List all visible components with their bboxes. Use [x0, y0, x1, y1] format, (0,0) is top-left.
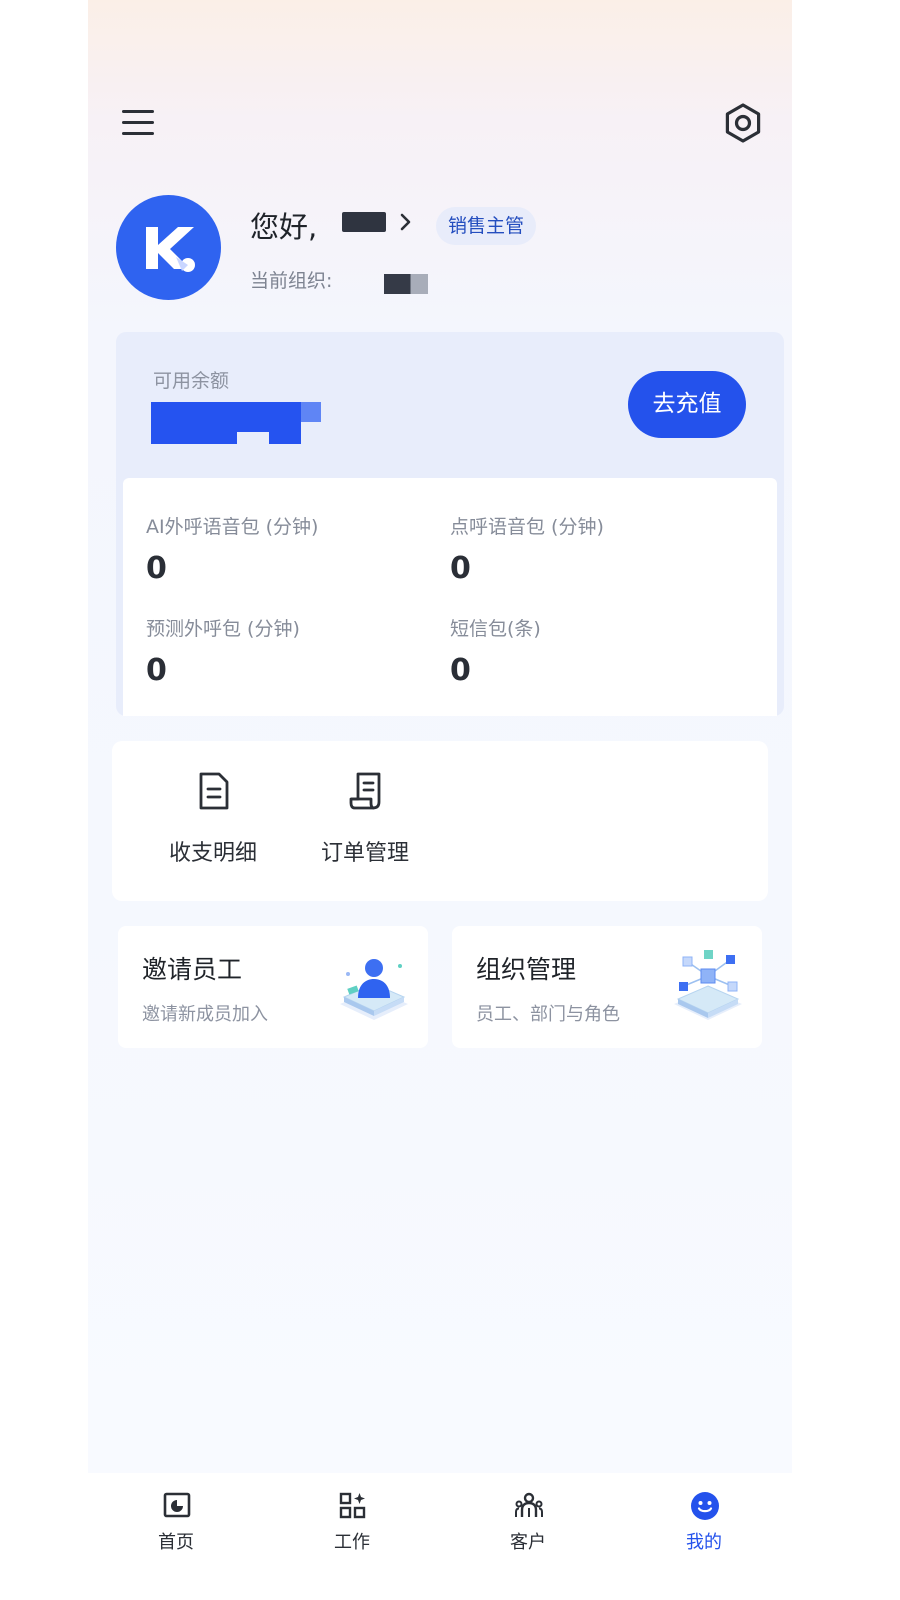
avatar[interactable]: [116, 195, 221, 300]
tab-label: 我的: [686, 1532, 722, 1553]
quick-action-label: 收支明细: [168, 841, 257, 866]
apps-icon: [339, 1492, 366, 1519]
stat-value: 0: [146, 551, 167, 586]
balance-label: 可用余额: [153, 370, 230, 392]
quick-action-order-management[interactable]: 订单管理: [287, 741, 443, 901]
stat-label: 点呼语音包 (分钟): [450, 516, 604, 538]
stat-value: 0: [450, 551, 471, 586]
stat-value: 0: [146, 653, 167, 688]
stat-label: 预测外呼包 (分钟): [146, 618, 300, 640]
quick-action-label: 订单管理: [320, 841, 409, 866]
app-screen: 您好, 销售主管 当前组织: 可用余额 去充值 AI外呼语音包 (分钟) 0 点…: [88, 0, 792, 1600]
tab-customers[interactable]: 客户: [440, 1473, 616, 1600]
stat-label: AI外呼语音包 (分钟): [146, 516, 319, 538]
stats-panel: AI外呼语音包 (分钟) 0 点呼语音包 (分钟) 0 预测外呼包 (分钟) 0…: [123, 478, 777, 716]
invite-employee-card[interactable]: 邀请员工 邀请新成员加入: [118, 926, 428, 1048]
role-badge: 销售主管: [436, 207, 537, 245]
current-org-label: 当前组织:: [250, 270, 333, 292]
tab-label: 客户: [510, 1532, 546, 1553]
quick-action-income-expense[interactable]: 收支明细: [135, 741, 291, 901]
stat-value: 0: [450, 653, 471, 688]
tab-label: 首页: [158, 1532, 194, 1553]
feature-subtitle: 员工、部门与角色: [476, 1004, 620, 1025]
smiley-icon: [691, 1492, 719, 1520]
home-chart-icon: [163, 1492, 191, 1518]
customers-icon: [515, 1492, 543, 1517]
feature-subtitle: 邀请新成员加入: [142, 1004, 268, 1025]
org-illustration-icon: [674, 950, 742, 1020]
quick-actions-card: 收支明细 订单管理: [112, 741, 768, 901]
receipt-icon: [349, 772, 381, 810]
brand-logo-icon: [146, 227, 195, 272]
stat-ai-call-package: AI外呼语音包 (分钟) 0: [146, 512, 446, 586]
stat-sms-package: 短信包(条) 0: [450, 614, 750, 688]
invite-illustration-icon: [340, 959, 408, 1020]
recharge-button[interactable]: 去充值: [628, 371, 746, 438]
settings-icon[interactable]: [722, 102, 764, 144]
balance-card: 可用余额 去充值 AI外呼语音包 (分钟) 0 点呼语音包 (分钟) 0 预测外…: [116, 332, 784, 716]
org-name-redacted: [384, 274, 428, 294]
stat-label: 短信包(条): [450, 618, 541, 640]
menu-icon[interactable]: [122, 106, 158, 140]
tab-home[interactable]: 首页: [88, 1473, 264, 1600]
chevron-right-icon[interactable]: [398, 210, 414, 234]
tab-work[interactable]: 工作: [264, 1473, 440, 1600]
greeting-text: 您好,: [250, 210, 318, 244]
tab-mine[interactable]: 我的: [616, 1473, 792, 1600]
stat-predictive-call-package: 预测外呼包 (分钟) 0: [146, 614, 446, 688]
tab-label: 工作: [334, 1532, 370, 1553]
bottom-tab-bar: 首页 工作 客户 我的: [88, 1473, 792, 1600]
stat-click-call-package: 点呼语音包 (分钟) 0: [450, 512, 750, 586]
user-name-redacted: [342, 212, 386, 232]
feature-title: 邀请员工: [142, 955, 243, 984]
document-icon: [199, 772, 229, 810]
org-management-card[interactable]: 组织管理 员工、部门与角色: [452, 926, 762, 1048]
feature-title: 组织管理: [476, 955, 577, 984]
balance-amount-redacted: [151, 402, 321, 446]
